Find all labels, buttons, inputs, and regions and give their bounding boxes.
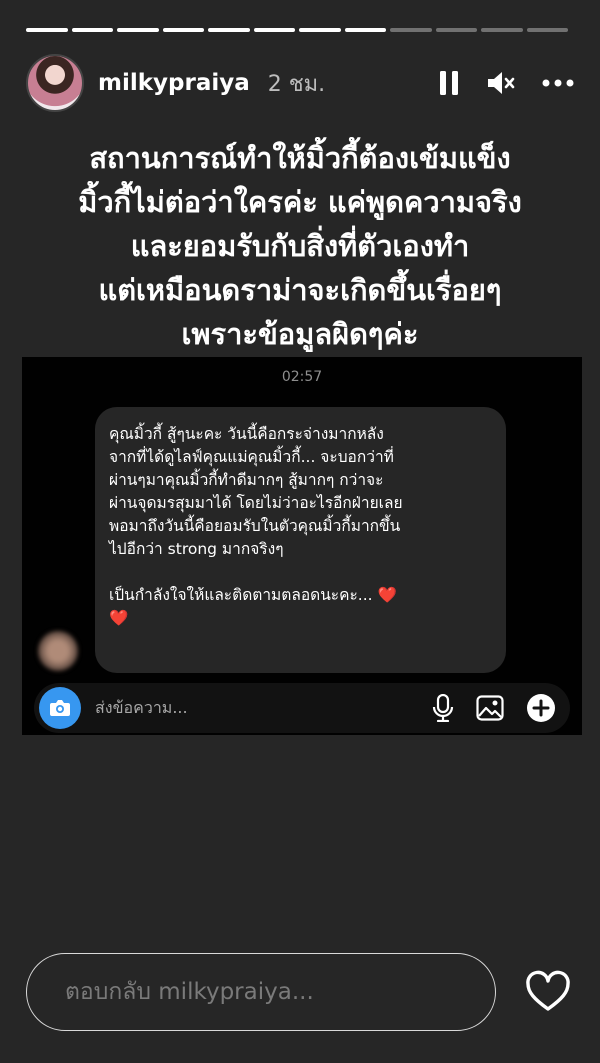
progress-segment bbox=[117, 28, 159, 32]
dm-screenshot: 02:57 คุณมิ้วกี้ สู้ๆนะคะ วันนี้คือกระจ่… bbox=[22, 357, 582, 735]
microphone-icon[interactable] bbox=[432, 694, 454, 722]
post-time: 2 ชม. bbox=[267, 71, 326, 97]
progress-segment bbox=[299, 28, 341, 32]
progress-segment bbox=[253, 28, 295, 32]
message-line: คุณมิ้วกี้ สู้ๆนะคะ วันนี้คือกระจ่างมากห… bbox=[109, 425, 384, 443]
message-line: ไปอีกว่า strong มากจริงๆ bbox=[109, 540, 284, 558]
progress-segment bbox=[71, 28, 113, 32]
pause-icon[interactable] bbox=[438, 70, 460, 96]
message-line: พอมาถึงวันนี้คือยอมรับในตัวคุณมิ้วกี้มาก… bbox=[109, 517, 401, 535]
message-closing-line: เป็นกำลังใจให้และติดตามตลอดนะคะ... ❤️ bbox=[109, 584, 492, 607]
story-header: milkypraiya 2 ชม. bbox=[26, 52, 574, 114]
caption-line: และยอมรับกับสิ่งที่ตัวเองทำ bbox=[130, 229, 470, 263]
progress-segment bbox=[162, 28, 204, 32]
progress-segment bbox=[390, 28, 432, 32]
message-line: ผ่านๆมาคุณมิ้วกี้ทำดีมากๆ สู้มากๆ กว่าจะ bbox=[109, 471, 384, 489]
reply-input[interactable]: ตอบกลับ milkypraiya... bbox=[26, 953, 496, 1031]
message-line: จากที่ได้ดูไลฟ์คุณแม่คุณมิ้วกี้... จะบอก… bbox=[109, 448, 394, 466]
avatar[interactable] bbox=[26, 54, 84, 112]
progress-segment bbox=[481, 28, 523, 32]
caption-line: เพราะข้อมูลผิดๆค่ะ bbox=[181, 317, 419, 351]
message-bubble: คุณมิ้วกี้ สู้ๆนะคะ วันนี้คือกระจ่างมากห… bbox=[95, 407, 506, 673]
progress-segment bbox=[435, 28, 477, 32]
progress-segment bbox=[344, 28, 386, 32]
progress-segment bbox=[208, 28, 250, 32]
heart-emoji: ❤️ bbox=[377, 586, 397, 604]
message-input[interactable]: ส่งข้อความ... bbox=[95, 696, 188, 721]
caption-line: แต่เหมือนดราม่าจะเกิดขึ้นเรื่อยๆ bbox=[98, 273, 502, 307]
story-caption: สถานการณ์ทำให้มิ้วกี้ต้องเข้มแข็ง มิ้วกี… bbox=[0, 136, 600, 356]
reply-placeholder: ตอบกลับ milkypraiya... bbox=[65, 979, 314, 1005]
add-icon[interactable] bbox=[526, 693, 556, 723]
caption-line: สถานการณ์ทำให้มิ้วกี้ต้องเข้มแข็ง bbox=[89, 141, 511, 175]
progress-segment bbox=[526, 28, 568, 32]
mute-icon[interactable] bbox=[486, 70, 516, 96]
message-closing: เป็นกำลังใจให้และติดตามตลอดนะคะ... bbox=[109, 586, 373, 604]
progress-segment bbox=[26, 28, 68, 32]
caption-line: มิ้วกี้ไม่ต่อว่าใครค่ะ แค่พูดความจริง bbox=[78, 185, 522, 219]
camera-button[interactable] bbox=[39, 687, 81, 729]
heart-emoji: ❤️ bbox=[109, 609, 129, 627]
username[interactable]: milkypraiya bbox=[98, 70, 250, 96]
heart-icon[interactable] bbox=[524, 968, 572, 1016]
sender-avatar bbox=[38, 631, 78, 671]
message-line: ผ่านจุดมรสุมมาได้ โดยไม่ว่าอะไรอีกฝ่ายเล… bbox=[109, 494, 403, 512]
gallery-icon[interactable] bbox=[476, 695, 504, 721]
message-timestamp: 02:57 bbox=[281, 369, 323, 385]
more-icon[interactable] bbox=[542, 79, 574, 87]
camera-icon bbox=[50, 700, 70, 716]
story-progress-bar bbox=[26, 28, 568, 32]
message-composer[interactable]: ส่งข้อความ... bbox=[34, 683, 570, 733]
